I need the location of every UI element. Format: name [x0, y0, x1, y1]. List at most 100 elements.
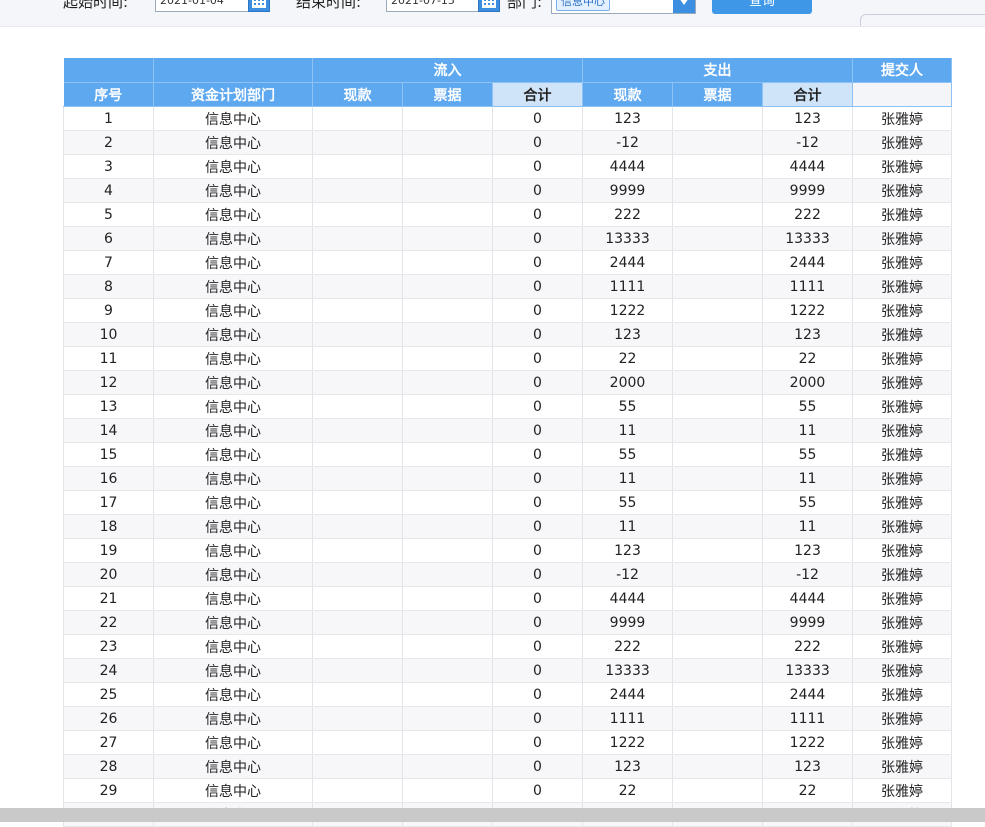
table-row[interactable]: 10 信息中心 0 123 123 张雅婷 [63, 322, 952, 347]
cell-submitter: 张雅婷 [852, 130, 952, 155]
cell-out-cash: 123 [582, 538, 673, 563]
cell-out-bill [672, 586, 763, 611]
cell-out-total: 11 [762, 514, 853, 539]
table-row[interactable]: 6 信息中心 0 13333 13333 张雅婷 [63, 226, 952, 251]
calendar-icon [482, 0, 496, 8]
end-date-input[interactable]: 2021-07-15 [386, 0, 480, 12]
cell-submitter: 张雅婷 [852, 154, 952, 179]
cell-dept: 信息中心 [153, 130, 313, 155]
dept-label: 部门: [507, 0, 543, 11]
header-index[interactable]: 序号 [63, 82, 154, 107]
dept-selected-tag[interactable]: 信息中心 [556, 0, 610, 11]
table-row[interactable]: 2 信息中心 0 -12 -12 张雅婷 [63, 130, 952, 155]
table-row[interactable]: 17 信息中心 0 55 55 张雅婷 [63, 490, 952, 515]
cell-out-total: 55 [762, 442, 853, 467]
header-outflow-cash[interactable]: 现款 [582, 82, 673, 107]
cell-out-total: 9999 [762, 178, 853, 203]
cell-in-bill [402, 274, 493, 299]
query-button[interactable]: 查询 [712, 0, 812, 14]
cell-out-bill [672, 418, 763, 443]
table-row[interactable]: 27 信息中心 0 1222 1222 张雅婷 [63, 730, 952, 755]
header-inflow-bill[interactable]: 票据 [402, 82, 493, 107]
table-row[interactable]: 16 信息中心 0 11 11 张雅婷 [63, 466, 952, 491]
header-outflow-bill[interactable]: 票据 [672, 82, 763, 107]
dept-select[interactable]: 信息中心 [551, 0, 696, 14]
table-row[interactable]: 1 信息中心 0 123 123 张雅婷 [63, 106, 952, 131]
table-row[interactable]: 21 信息中心 0 4444 4444 张雅婷 [63, 586, 952, 611]
cell-in-cash [312, 442, 403, 467]
header-submitter: 提交人 [852, 58, 952, 83]
table-row[interactable]: 28 信息中心 0 123 123 张雅婷 [63, 754, 952, 779]
cell-index: 12 [63, 370, 154, 395]
header-outflow-total[interactable]: 合计 [762, 82, 853, 107]
table-row[interactable]: 3 信息中心 0 4444 4444 张雅婷 [63, 154, 952, 179]
cell-in-total: 0 [492, 394, 583, 419]
cell-in-total: 0 [492, 682, 583, 707]
table-row[interactable]: 8 信息中心 0 1111 1111 张雅婷 [63, 274, 952, 299]
table-row[interactable]: 14 信息中心 0 11 11 张雅婷 [63, 418, 952, 443]
cell-dept: 信息中心 [153, 514, 313, 539]
cell-out-bill [672, 562, 763, 587]
table-row[interactable]: 26 信息中心 0 1111 1111 张雅婷 [63, 706, 952, 731]
table-row[interactable]: 22 信息中心 0 9999 9999 张雅婷 [63, 610, 952, 635]
cell-index: 29 [63, 778, 154, 803]
cell-in-total: 0 [492, 322, 583, 347]
cell-index: 22 [63, 610, 154, 635]
cell-index: 13 [63, 394, 154, 419]
table-row[interactable]: 18 信息中心 0 11 11 张雅婷 [63, 514, 952, 539]
cell-out-cash: 4444 [582, 586, 673, 611]
table-row[interactable]: 29 信息中心 0 22 22 张雅婷 [63, 778, 952, 803]
cell-in-total: 0 [492, 442, 583, 467]
cell-submitter: 张雅婷 [852, 274, 952, 299]
cell-out-cash: 9999 [582, 178, 673, 203]
end-date-calendar-button[interactable] [478, 0, 500, 12]
cell-out-total: 1222 [762, 298, 853, 323]
start-date-calendar-button[interactable] [248, 0, 270, 12]
cell-in-bill [402, 730, 493, 755]
header-inflow-total[interactable]: 合计 [492, 82, 583, 107]
end-date-label: 结束时间: [296, 0, 362, 11]
cell-out-total: -12 [762, 562, 853, 587]
cell-in-bill [402, 538, 493, 563]
cell-submitter: 张雅婷 [852, 346, 952, 371]
cell-dept: 信息中心 [153, 634, 313, 659]
cell-dept: 信息中心 [153, 298, 313, 323]
cell-dept: 信息中心 [153, 466, 313, 491]
cell-submitter: 张雅婷 [852, 394, 952, 419]
table-row[interactable]: 23 信息中心 0 222 222 张雅婷 [63, 634, 952, 659]
header-dept[interactable]: 资金计划部门 [153, 82, 313, 107]
header-inflow-cash[interactable]: 现款 [312, 82, 403, 107]
cell-in-cash [312, 490, 403, 515]
horizontal-scrollbar[interactable] [0, 808, 985, 822]
dept-dropdown-button[interactable] [673, 0, 695, 13]
cell-in-bill [402, 682, 493, 707]
cell-dept: 信息中心 [153, 658, 313, 683]
cell-submitter: 张雅婷 [852, 466, 952, 491]
table-row[interactable]: 20 信息中心 0 -12 -12 张雅婷 [63, 562, 952, 587]
header-inflow: 流入 [312, 58, 583, 83]
table-row[interactable]: 12 信息中心 0 2000 2000 张雅婷 [63, 370, 952, 395]
cell-out-bill [672, 514, 763, 539]
cell-index: 15 [63, 442, 154, 467]
table-row[interactable]: 15 信息中心 0 55 55 张雅婷 [63, 442, 952, 467]
table-row[interactable]: 19 信息中心 0 123 123 张雅婷 [63, 538, 952, 563]
start-date-input[interactable]: 2021-01-04 [155, 0, 249, 12]
cell-in-cash [312, 586, 403, 611]
table-row[interactable]: 5 信息中心 0 222 222 张雅婷 [63, 202, 952, 227]
table-body: 1 信息中心 0 123 123 张雅婷 2 信息中心 0 -12 -12 张雅婷 3 信息中心 0 4444… [63, 106, 952, 827]
table-row[interactable]: 25 信息中心 0 2444 2444 张雅婷 [63, 682, 952, 707]
cell-out-bill [672, 778, 763, 803]
cell-out-cash: 13333 [582, 226, 673, 251]
cell-out-bill [672, 682, 763, 707]
table-row[interactable]: 13 信息中心 0 55 55 张雅婷 [63, 394, 952, 419]
table-row[interactable]: 24 信息中心 0 13333 13333 张雅婷 [63, 658, 952, 683]
cell-in-cash [312, 730, 403, 755]
cell-in-cash [312, 682, 403, 707]
table-row[interactable]: 11 信息中心 0 22 22 张雅婷 [63, 346, 952, 371]
cell-out-cash: 222 [582, 202, 673, 227]
table-row[interactable]: 7 信息中心 0 2444 2444 张雅婷 [63, 250, 952, 275]
table-row[interactable]: 9 信息中心 0 1222 1222 张雅婷 [63, 298, 952, 323]
cell-submitter: 张雅婷 [852, 586, 952, 611]
cell-out-cash: 222 [582, 634, 673, 659]
table-row[interactable]: 4 信息中心 0 9999 9999 张雅婷 [63, 178, 952, 203]
